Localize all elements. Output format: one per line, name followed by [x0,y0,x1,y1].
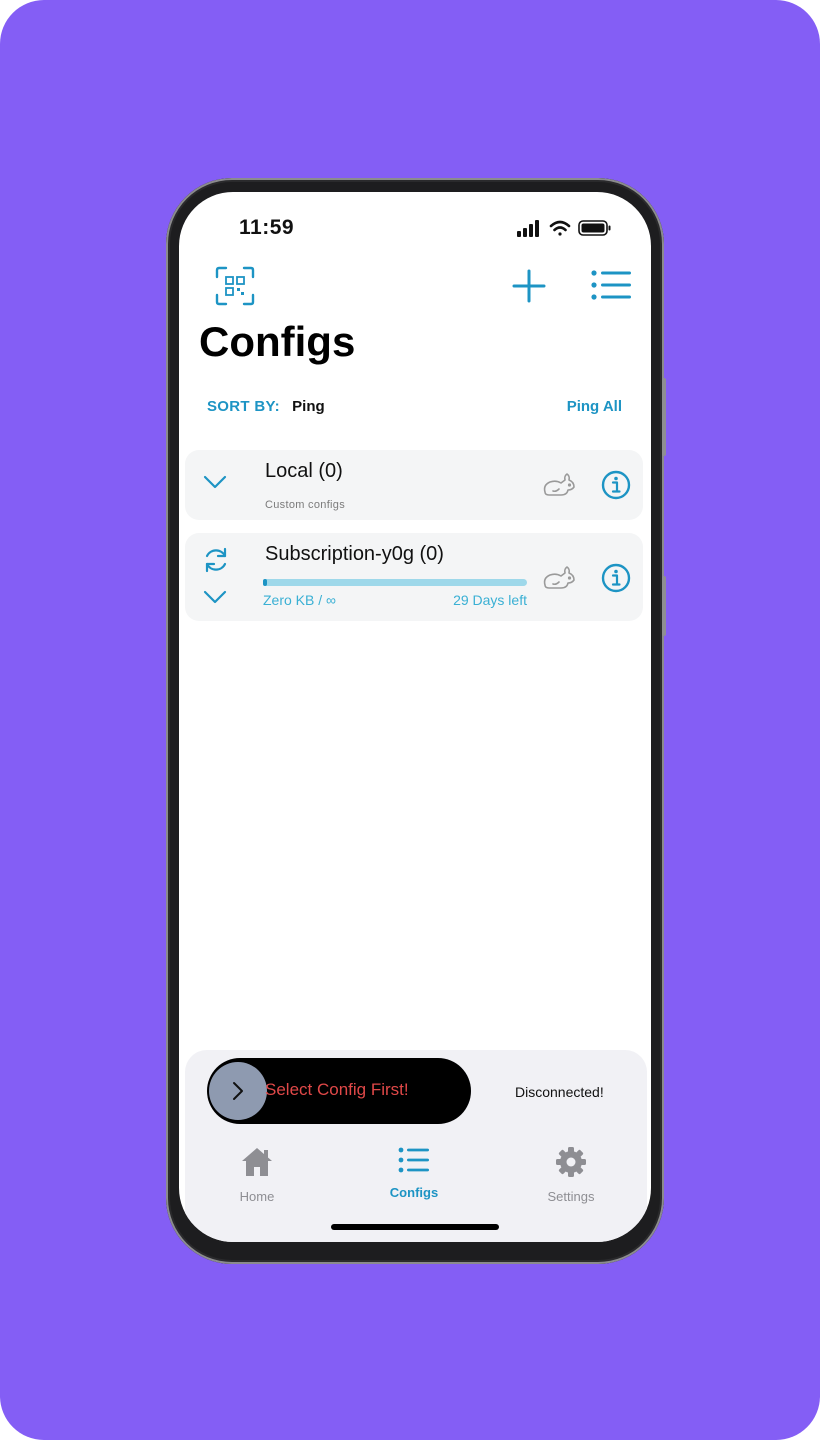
slider-text: Select Config First! [265,1080,409,1099]
config-group-subscription[interactable]: Subscription-y0g (0) Zero KB / ∞ 29 Days… [185,533,643,621]
volume-down-button [662,576,666,636]
refresh-icon[interactable] [201,545,231,580]
status-time: 11:59 [239,216,295,239]
app-screen: 11:59 Configs SORT BY: Ping Ping All Loc… [179,192,651,1242]
rabbit-speed-icon[interactable] [541,472,577,503]
tab-home[interactable]: Home [212,1146,302,1204]
group-title: Local (0) [265,460,343,482]
info-icon[interactable] [601,563,631,598]
connect-slider[interactable]: Select Config First! [207,1058,471,1124]
bottom-panel: Select Config First! Disconnected! Home … [185,1050,647,1242]
list-menu-icon[interactable] [591,270,631,307]
usage-progress-fill [263,579,267,586]
status-icons [515,218,623,243]
wifi-icon [549,220,571,236]
tab-label-home: Home [239,1189,275,1204]
sort-label: SORT BY: [207,398,280,415]
home-icon [242,1148,272,1176]
connection-status: Disconnected! [515,1084,604,1100]
tab-label-settings: Settings [547,1189,595,1204]
rabbit-speed-icon[interactable] [541,565,577,596]
days-left-text: 29 Days left [453,592,527,608]
list-icon [398,1147,429,1173]
ping-all-button[interactable]: Ping All [567,398,622,415]
page-title: Configs [199,318,356,365]
tab-configs[interactable]: Configs [369,1146,459,1200]
qr-scan-icon[interactable] [215,266,255,311]
group-subtitle: Custom configs [265,499,346,511]
cellular-signal-icon [517,220,539,237]
battery-icon [578,220,611,236]
config-group-local[interactable]: Local (0) Custom configs [185,450,643,520]
chevron-down-icon[interactable] [203,474,227,495]
sort-selector[interactable]: SORT BY: Ping [207,398,325,415]
usage-progress-bar [263,579,527,586]
sort-value[interactable]: Ping [292,398,325,415]
tab-label-configs: Configs [389,1185,439,1200]
gear-icon [556,1147,586,1177]
group-title: Subscription-y0g (0) [265,543,444,565]
home-indicator [331,1224,499,1230]
chevron-down-icon[interactable] [203,589,227,610]
info-icon[interactable] [601,470,631,505]
usage-text: Zero KB / ∞ [263,592,337,608]
volume-up-button [662,378,666,456]
add-icon[interactable] [511,268,547,309]
chevron-right-icon [233,1082,243,1100]
tab-settings[interactable]: Settings [526,1146,616,1204]
status-bar: 11:59 [179,192,651,262]
slider-knob[interactable] [209,1062,267,1120]
